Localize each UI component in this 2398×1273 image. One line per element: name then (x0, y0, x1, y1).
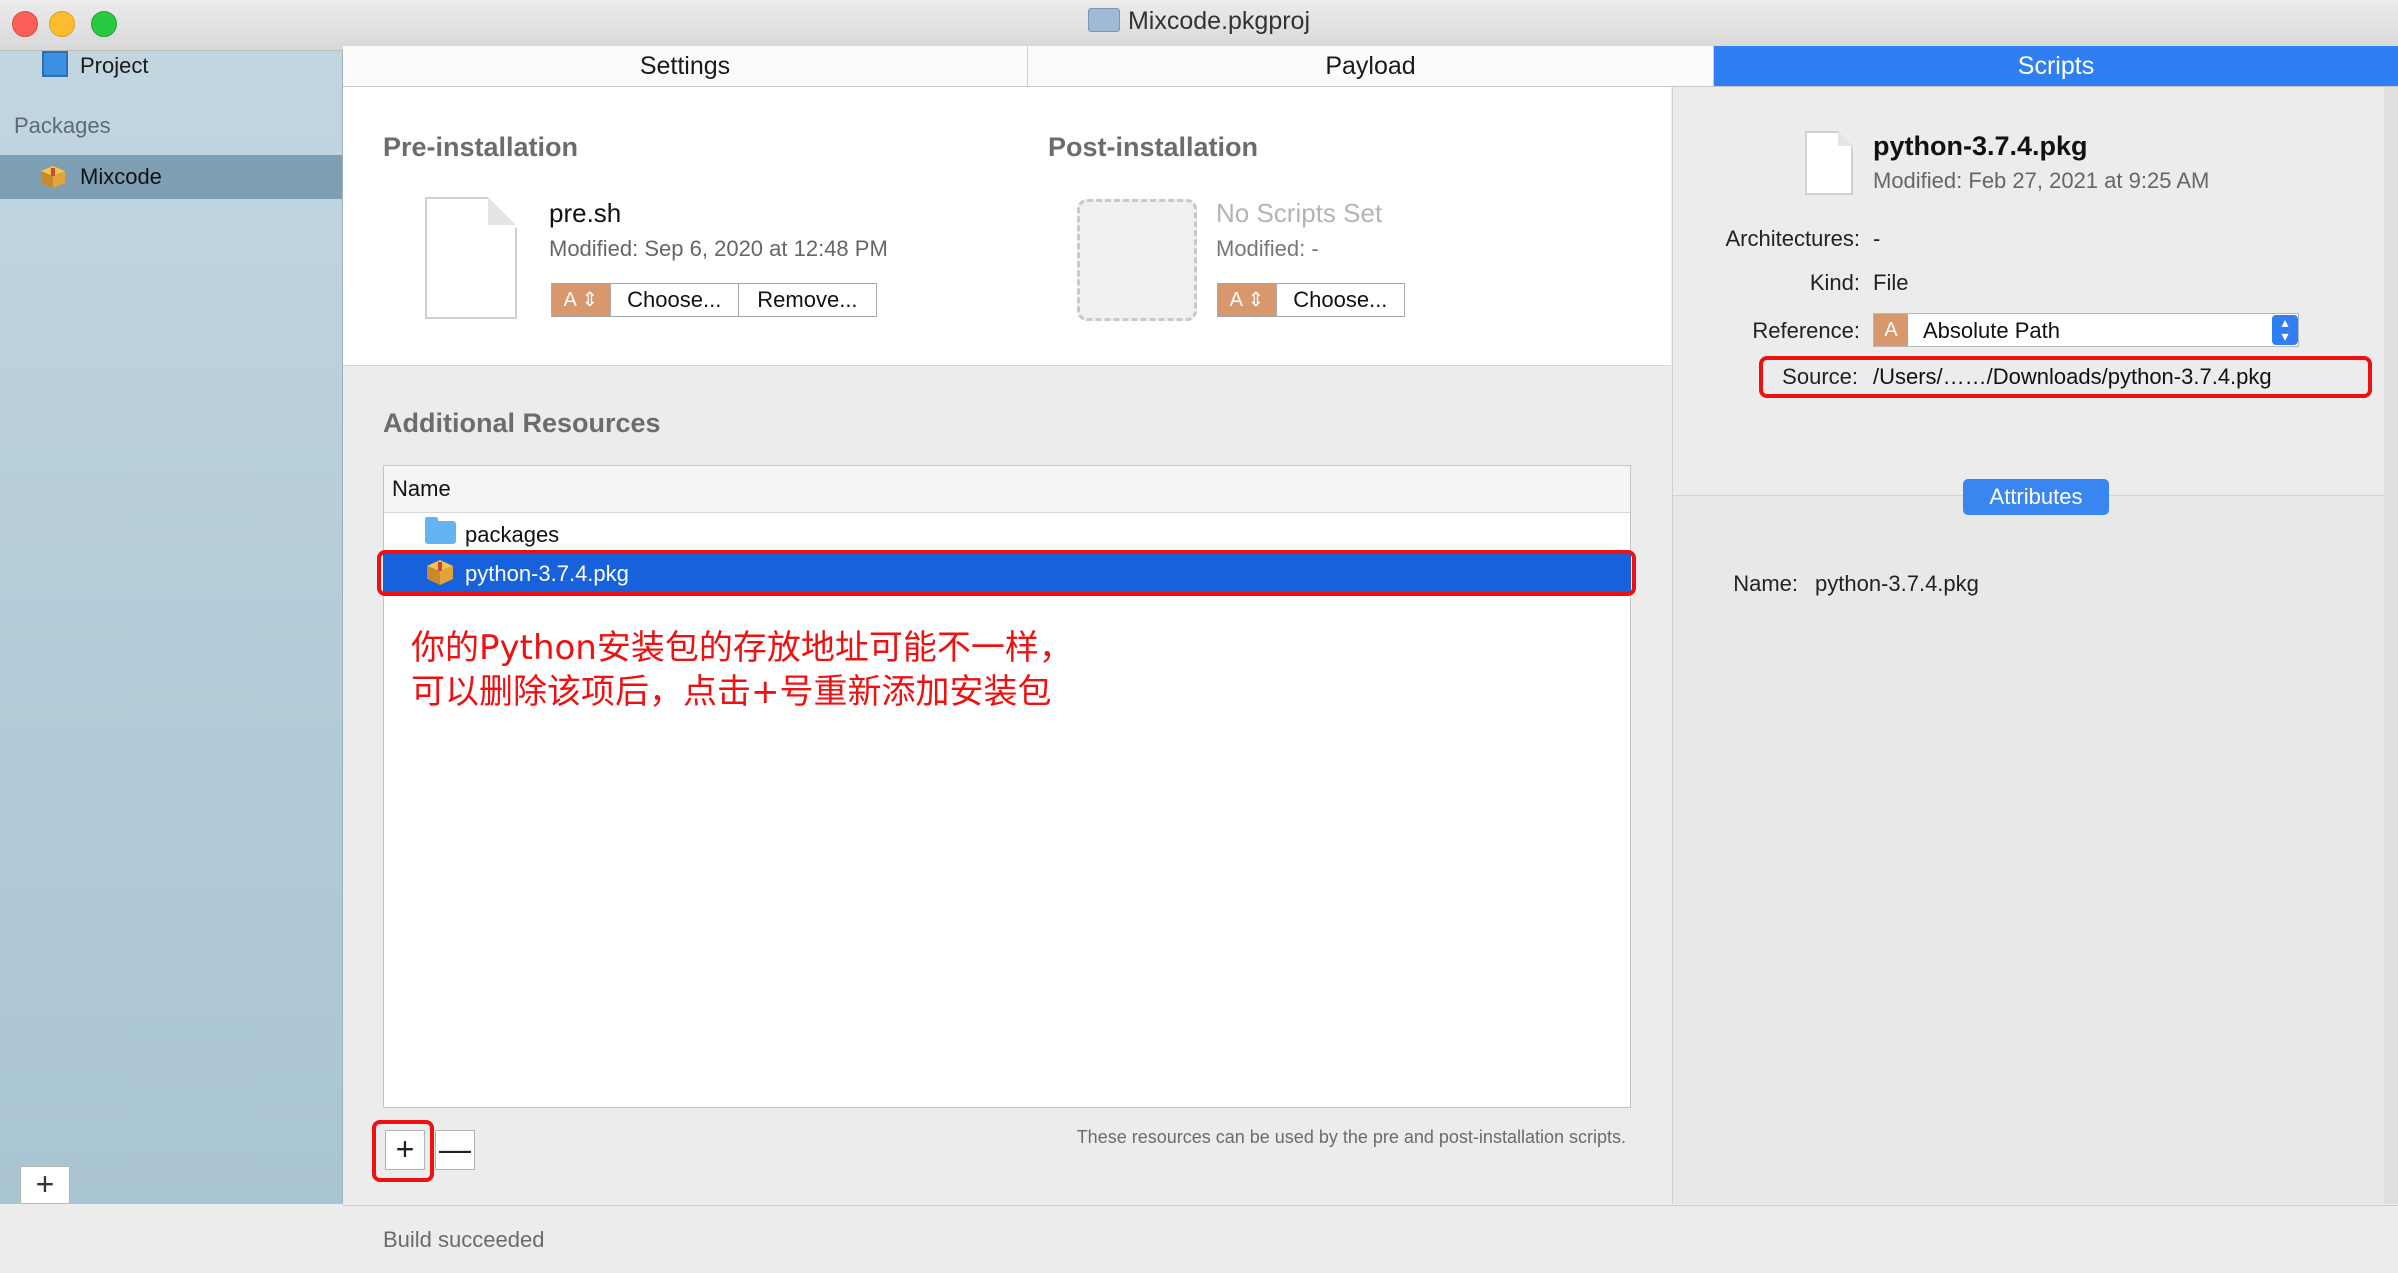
post-script-controls: A ⇕ Choose... (1217, 283, 1405, 317)
resources-hint: These resources can be used by the pre a… (1076, 1127, 1626, 1147)
architectures-value: - (1873, 226, 1881, 251)
status-bar (343, 1205, 2398, 1273)
pre-choose-button[interactable]: Choose... (611, 284, 739, 316)
attributes-button[interactable]: Attributes (1963, 479, 2109, 515)
project-file-icon (1087, 8, 1120, 32)
pre-script-modified: Modified: Sep 6, 2020 at 12:48 PM (549, 236, 888, 261)
script-file-fold (488, 197, 516, 225)
annotation-line-1: 你的Python安装包的存放地址可能不一样， (411, 628, 1073, 668)
window-title-text: Mixcode.pkgproj (1127, 7, 1311, 35)
red-highlight-box (1759, 356, 2372, 398)
pre-script-name: pre.sh (549, 198, 622, 228)
package-icon (41, 166, 65, 188)
window-edge (2384, 87, 2398, 1204)
post-choose-button[interactable]: Choose... (1277, 284, 1404, 316)
post-path-type-popup[interactable]: A ⇕ (1218, 284, 1277, 316)
pre-remove-button[interactable]: Remove... (739, 284, 876, 316)
build-status: Build succeeded (383, 1227, 545, 1252)
project-icon (42, 51, 68, 77)
inspector-file-name: python-3.7.4.pkg (1873, 131, 2088, 161)
architectures-label: Architectures: (1725, 226, 1861, 251)
sidebar-item-mixcode[interactable]: Mixcode (0, 155, 342, 199)
kind-label: Kind: (1809, 270, 1860, 295)
post-script-name: No Scripts Set (1216, 198, 1383, 228)
table-row[interactable]: packages (465, 522, 559, 548)
scripts-section (343, 87, 1671, 366)
sidebar-section-packages: Packages (14, 113, 111, 138)
attribute-name-label: Name: (1733, 571, 1798, 596)
inspector-modified: Modified: Feb 27, 2021 at 9:25 AM (1873, 168, 2210, 193)
remove-resource-button[interactable]: — (435, 1130, 475, 1170)
pre-installation-heading: Pre-installation (383, 132, 579, 162)
folder-icon (425, 517, 456, 544)
table-header (384, 466, 1630, 513)
post-script-modified: Modified: - (1216, 236, 1319, 261)
attributes-panel (1672, 496, 2398, 1204)
file-icon-fold (1838, 131, 1853, 146)
tab-bar: Settings Payload Scripts (343, 46, 2398, 87)
post-installation-heading: Post-installation (1048, 132, 1259, 162)
additional-resources-heading: Additional Resources (383, 408, 661, 438)
tab-payload[interactable]: Payload (1028, 46, 1714, 86)
sidebar-item-mixcode-label: Mixcode (80, 164, 162, 189)
kind-value: File (1873, 270, 1909, 295)
title-bar: Mixcode.pkgproj (0, 0, 2398, 51)
post-script-placeholder[interactable] (1077, 199, 1197, 321)
annotation-text: 你的Python安装包的存放地址可能不一样， 可以删除该项后，点击+号重新添加安… (411, 626, 1073, 714)
sidebar-footer (0, 1204, 342, 1272)
reference-value: Absolute Path (1923, 318, 2060, 343)
tab-scripts[interactable]: Scripts (1714, 46, 2398, 86)
annotation-line-2: 可以删除该项后，点击+号重新添加安装包 (411, 672, 1052, 712)
pre-script-controls: A ⇕ Choose... Remove... (551, 283, 877, 317)
popup-chevron-icon[interactable]: ▴ ▾ (2272, 315, 2298, 345)
sidebar: Project Packages Mixcode (0, 51, 343, 1204)
add-package-button[interactable]: + (20, 1166, 70, 1204)
tab-settings[interactable]: Settings (343, 46, 1028, 86)
window-title: Mixcode.pkgproj (0, 7, 2398, 36)
reference-label: Reference: (1752, 318, 1860, 343)
column-header-name[interactable]: Name (392, 476, 451, 502)
pre-path-type-popup[interactable]: A ⇕ (552, 284, 611, 316)
reference-badge: A (1874, 314, 1908, 346)
red-highlight-box (372, 1120, 434, 1182)
attribute-name-value: python-3.7.4.pkg (1815, 571, 1979, 596)
red-highlight-box (377, 550, 1636, 596)
sidebar-item-project[interactable]: Project (80, 53, 148, 79)
